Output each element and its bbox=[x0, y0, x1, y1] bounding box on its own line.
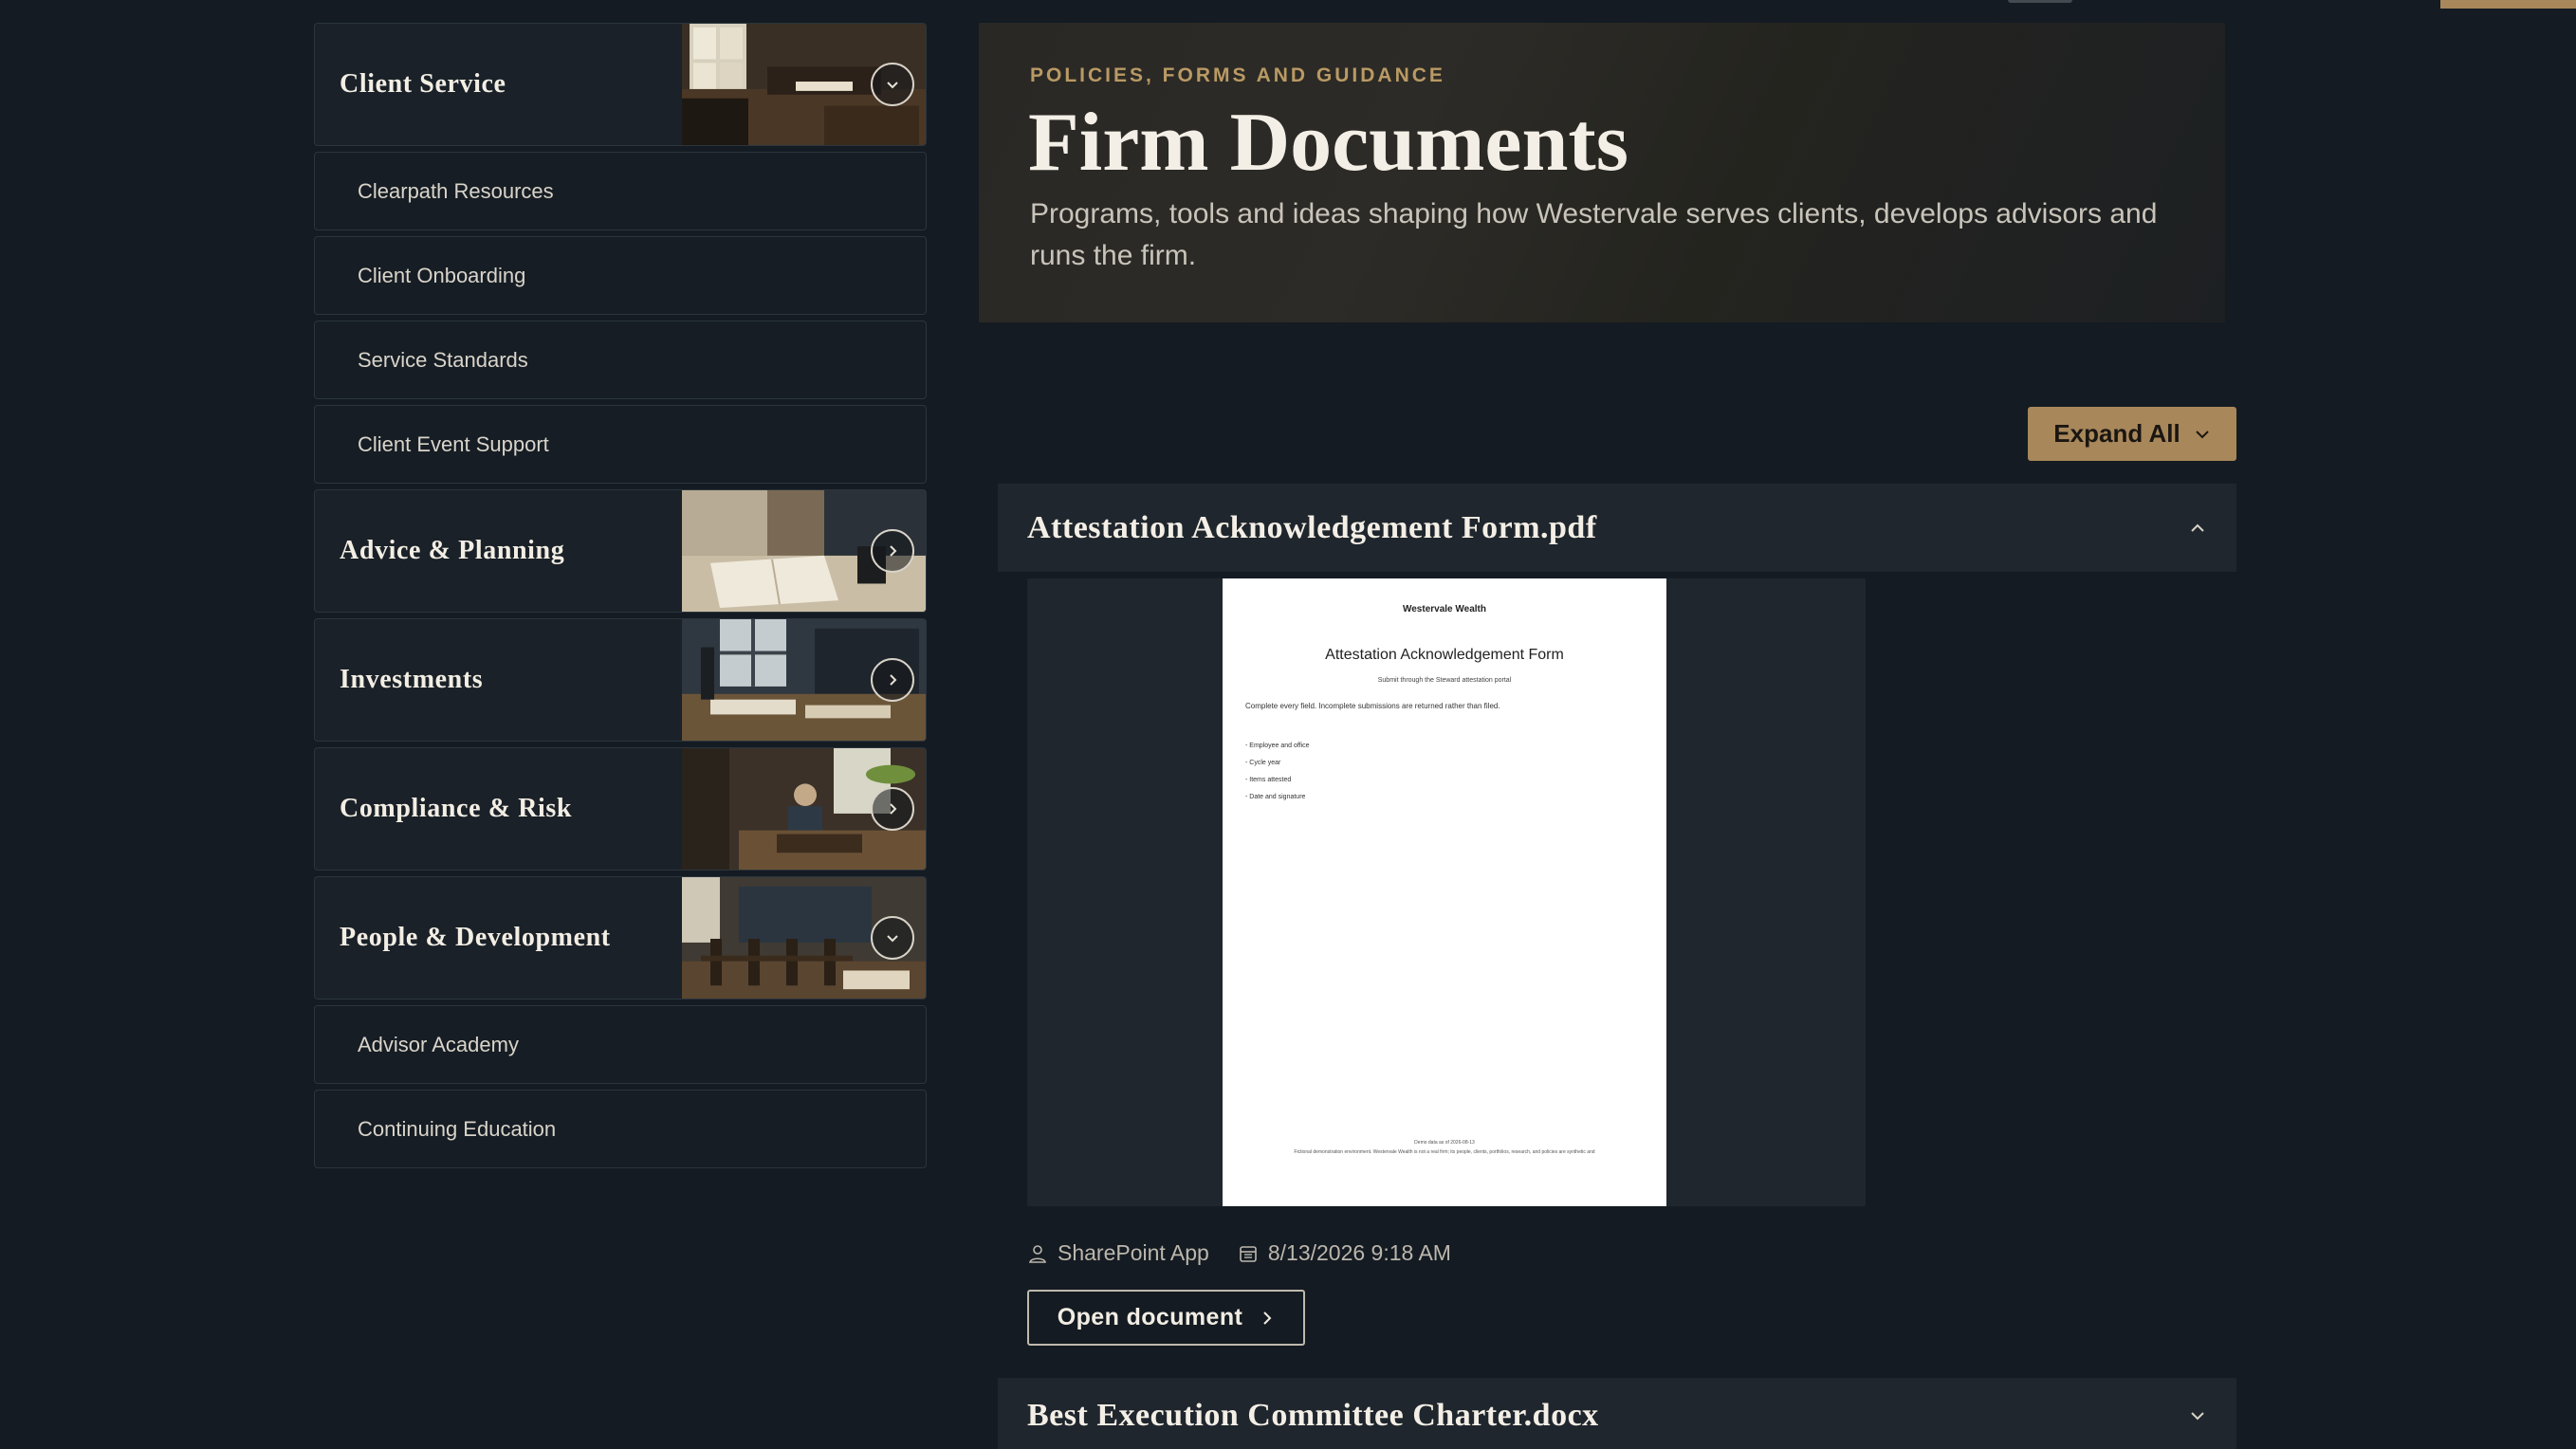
subcategory-item[interactable]: Client Event Support bbox=[314, 405, 927, 484]
category-navigation: Client Service Clearpath Resources Clien… bbox=[314, 23, 927, 1174]
chevron-right-icon[interactable] bbox=[871, 787, 914, 831]
list-item: - Items attested bbox=[1245, 777, 1292, 783]
chevron-down-icon[interactable] bbox=[2187, 1405, 2208, 1426]
open-document-button[interactable]: Open document bbox=[1027, 1290, 1305, 1346]
document-title: Best Execution Committee Charter.docx bbox=[1027, 1398, 1599, 1433]
subcategory-item[interactable]: Advisor Academy bbox=[314, 1005, 927, 1084]
calendar-icon bbox=[1240, 1245, 1257, 1262]
preview-title: Attestation Acknowledgement Form bbox=[1325, 647, 1564, 663]
category-label: Compliance & Risk bbox=[340, 794, 573, 823]
author-label: SharePoint App bbox=[1058, 1240, 1209, 1265]
chevron-down-icon[interactable] bbox=[871, 63, 914, 106]
expand-all-label: Expand All bbox=[2053, 419, 2180, 448]
document-author: SharePoint App bbox=[1027, 1240, 1209, 1266]
top-action-fragment[interactable] bbox=[2440, 0, 2576, 9]
category-people-development[interactable]: People & Development bbox=[314, 876, 927, 1000]
expand-all-button[interactable]: Expand All bbox=[2028, 407, 2236, 461]
category-label: Client Service bbox=[340, 69, 506, 99]
document-title: Attestation Acknowledgement Form.pdf bbox=[1027, 509, 1597, 545]
category-client-service[interactable]: Client Service bbox=[314, 23, 927, 146]
preview-footer-disclaimer: Fictional demonstration environment. Wes… bbox=[1294, 1149, 1595, 1155]
page-eyebrow: POLICIES, FORMS AND GUIDANCE bbox=[1030, 64, 1445, 86]
preview-brand: Westervale Wealth bbox=[1402, 604, 1486, 614]
chevron-down-icon[interactable] bbox=[871, 916, 914, 960]
preview-field-list: - Employee and office - Cycle year - Ite… bbox=[1245, 738, 1310, 806]
user-icon bbox=[1029, 1244, 1046, 1263]
subcategory-item[interactable]: Client Onboarding bbox=[314, 236, 927, 315]
preview-intro: Complete every field. Incomplete submiss… bbox=[1245, 702, 1500, 710]
preview-footer-date: Demo data as of 2026-08-13 bbox=[1414, 1140, 1475, 1146]
chevron-up-icon[interactable] bbox=[2187, 518, 2208, 539]
top-nav-fragment bbox=[2008, 0, 2072, 3]
category-label: People & Development bbox=[340, 923, 611, 952]
subcategory-item[interactable]: Service Standards bbox=[314, 321, 927, 399]
list-item: - Date and signature bbox=[1245, 794, 1306, 800]
chevron-right-icon[interactable] bbox=[871, 658, 914, 702]
open-document-label: Open document bbox=[1057, 1304, 1243, 1330]
page-title: Firm Documents bbox=[1028, 97, 1628, 189]
modified-label: 8/13/2026 9:18 AM bbox=[1267, 1240, 1451, 1265]
subcategory-item[interactable]: Continuing Education bbox=[314, 1090, 927, 1168]
chevron-right-icon bbox=[1263, 1311, 1272, 1325]
chevron-down-icon bbox=[2195, 430, 2209, 438]
document-preview[interactable]: Westervale Wealth Attestation Acknowledg… bbox=[1027, 578, 1866, 1206]
category-advice-planning[interactable]: Advice & Planning bbox=[314, 489, 927, 613]
document-modified: 8/13/2026 9:18 AM bbox=[1238, 1240, 1451, 1266]
category-compliance-risk[interactable]: Compliance & Risk bbox=[314, 747, 927, 871]
document-meta: SharePoint App 8/13/2026 9:18 AM bbox=[1027, 1240, 1451, 1266]
page-header: POLICIES, FORMS AND GUIDANCE Firm Docume… bbox=[979, 23, 2225, 322]
document-accordion-header[interactable]: Best Execution Committee Charter.docx bbox=[998, 1378, 2236, 1449]
document-accordion-header[interactable]: Attestation Acknowledgement Form.pdf bbox=[998, 484, 2236, 572]
subcategory-item[interactable]: Clearpath Resources bbox=[314, 152, 927, 230]
list-item: - Employee and office bbox=[1245, 743, 1310, 749]
page-description: Programs, tools and ideas shaping how We… bbox=[1030, 198, 2158, 271]
preview-subtitle: Submit through the Steward attestation p… bbox=[1377, 677, 1512, 684]
list-item: - Cycle year bbox=[1245, 760, 1281, 766]
category-investments[interactable]: Investments bbox=[314, 618, 927, 742]
category-label: Advice & Planning bbox=[340, 536, 565, 565]
category-label: Investments bbox=[340, 665, 484, 694]
chevron-right-icon[interactable] bbox=[871, 529, 914, 573]
document-page: Westervale Wealth Attestation Acknowledg… bbox=[1223, 578, 1666, 1206]
